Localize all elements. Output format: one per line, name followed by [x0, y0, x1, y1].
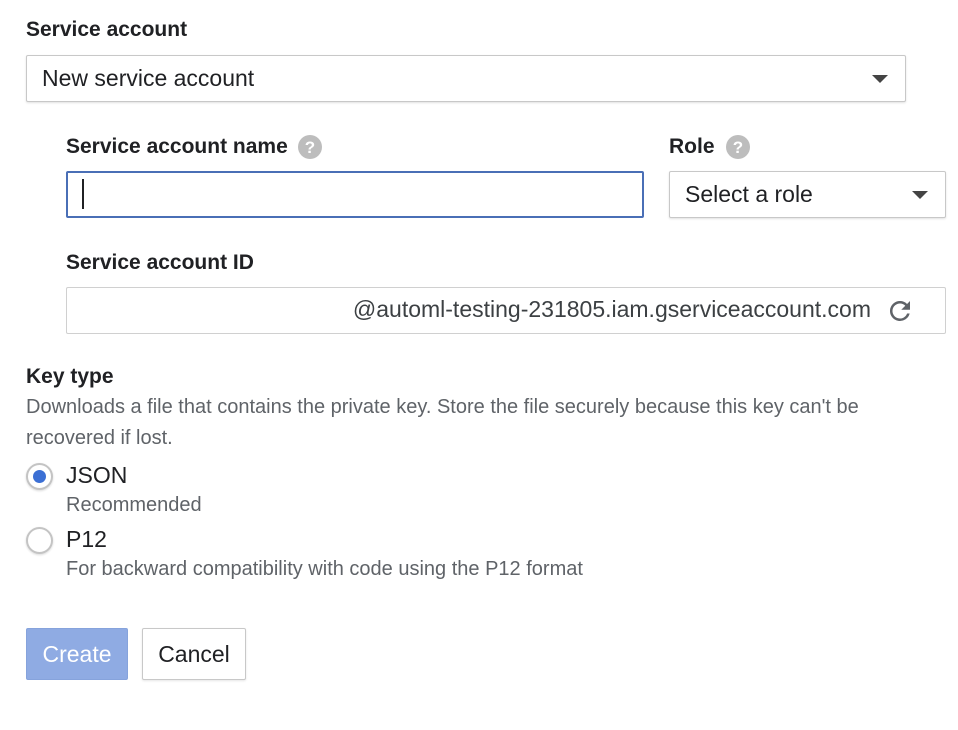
service-account-id-label: Service account ID	[66, 251, 254, 274]
service-account-select-value: New service account	[42, 65, 255, 91]
service-account-name-input[interactable]	[66, 171, 644, 218]
service-account-name-label: Service account name	[66, 135, 288, 158]
role-label: Role	[669, 135, 715, 158]
cancel-button[interactable]: Cancel	[142, 628, 246, 680]
service-account-id-suffix: @automl-testing-231805.iam.gserviceaccou…	[352, 296, 871, 322]
radio-p12-sublabel: For backward compatibility with code usi…	[66, 558, 583, 580]
create-button[interactable]: Create	[26, 628, 128, 680]
service-account-label: Service account	[26, 18, 188, 41]
role-select-value: Select a role	[685, 181, 813, 207]
role-select[interactable]: Select a role	[669, 171, 946, 218]
chevron-down-icon	[912, 191, 928, 199]
radio-p12-label[interactable]: P12	[66, 526, 107, 553]
refresh-icon[interactable]	[885, 296, 915, 326]
radio-json-label[interactable]: JSON	[66, 462, 127, 489]
help-icon[interactable]: ?	[726, 135, 750, 159]
service-account-select[interactable]: New service account	[26, 55, 906, 102]
help-icon[interactable]: ?	[298, 135, 322, 159]
radio-json[interactable]	[26, 463, 53, 490]
key-type-label: Key type	[26, 365, 114, 388]
service-account-id-field[interactable]: @automl-testing-231805.iam.gserviceaccou…	[66, 287, 946, 334]
key-type-description: Downloads a file that contains the priva…	[26, 396, 859, 449]
radio-json-sublabel: Recommended	[66, 494, 202, 516]
text-cursor	[82, 179, 84, 209]
radio-p12[interactable]	[26, 527, 53, 554]
chevron-down-icon	[872, 75, 888, 83]
